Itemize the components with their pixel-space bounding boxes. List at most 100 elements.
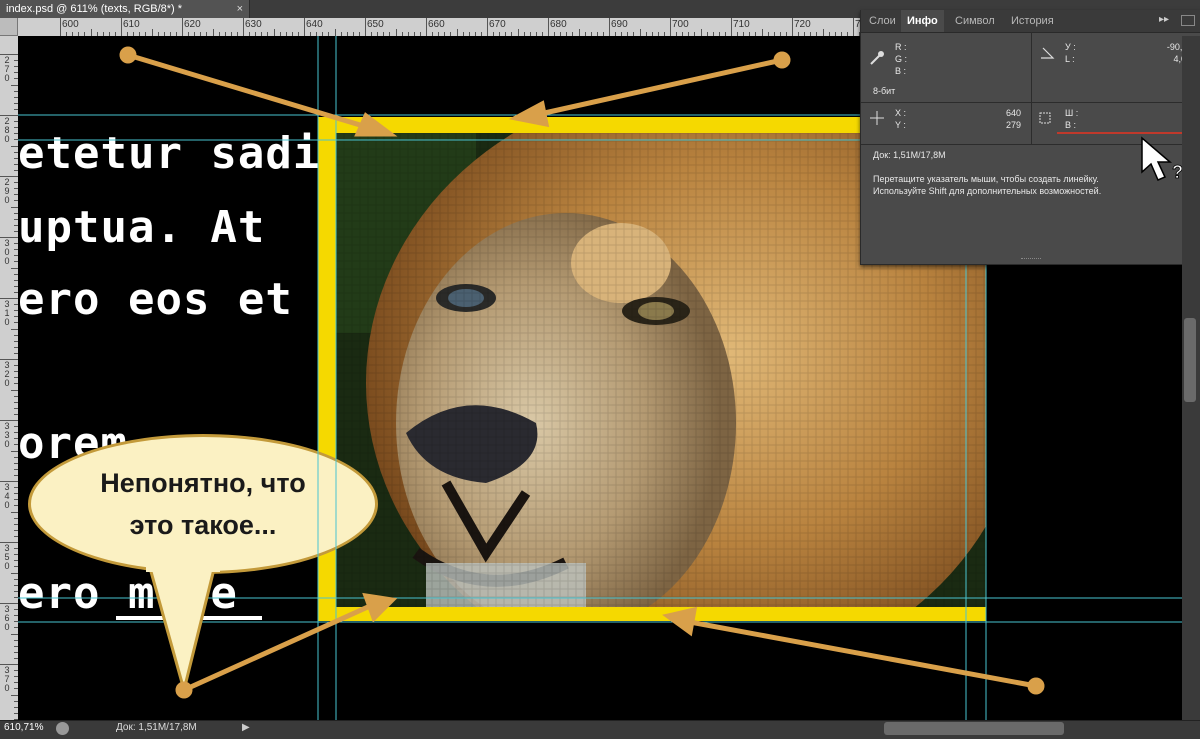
g-label: G :: [895, 54, 908, 64]
ruler-tick: [0, 237, 18, 238]
vertical-ruler[interactable]: 270 280 290 300 310 320 330 340 350 360 370: [0, 36, 19, 720]
collapse-panel-icon[interactable]: ▸▸: [1159, 14, 1169, 25]
ruler-tick: [11, 511, 18, 513]
ruler-tick: [11, 450, 18, 452]
ruler-label: 360: [4, 604, 10, 632]
panel-tab-bar: Слои Инфо Символ История ▸▸: [861, 10, 1200, 33]
ruler-tick: [11, 267, 18, 269]
ruler-tick: [700, 29, 702, 36]
ruler-label: 320: [4, 360, 10, 388]
tab-character[interactable]: Символ: [949, 10, 1001, 32]
ruler-tick: [121, 18, 122, 36]
ruler-tick: [151, 29, 153, 36]
status-menu-arrow-icon[interactable]: ▶: [242, 722, 250, 733]
ruler-tick: [0, 420, 18, 421]
ruler-label: 710: [733, 19, 750, 30]
ruler-tick: [11, 328, 18, 330]
ruler-label: 640: [306, 19, 323, 30]
ruler-label: 690: [611, 19, 628, 30]
length-label: L :: [1065, 54, 1075, 64]
speech-bubble-line: это такое...: [129, 510, 277, 540]
ruler-label: 330: [4, 421, 10, 449]
ruler-tick: [243, 18, 244, 36]
ruler-origin-corner[interactable]: [0, 18, 18, 36]
doc-size-label: Док: 1,51M/17,8M: [873, 150, 946, 160]
ruler-tick: [273, 29, 275, 36]
ruler-label: 680: [550, 19, 567, 30]
eyedropper-icon: [870, 51, 884, 65]
ruler-tick: [0, 664, 18, 665]
ruler-tick: [548, 18, 549, 36]
ruler-label: 720: [794, 19, 811, 30]
ruler-tick: [60, 18, 61, 36]
ruler-label: 630: [245, 19, 262, 30]
status-doc-size: Док: 1,51M/17,8M: [116, 722, 197, 733]
ruler-tick: [670, 18, 671, 36]
ruler-tick: [11, 84, 18, 86]
status-info-icon[interactable]: [56, 722, 69, 735]
panel-resize-grip[interactable]: [1021, 258, 1041, 261]
ruler-tick: [11, 572, 18, 574]
ruler-tick: [0, 176, 18, 177]
ruler-tick: [517, 29, 519, 36]
bit-depth-label: 8-бит: [873, 86, 896, 96]
panel-menu-icon[interactable]: [1181, 15, 1195, 26]
ruler-tick: [609, 18, 610, 36]
ruler-tick: [456, 29, 458, 36]
document-tab[interactable]: index.psd @ 611% (texts, RGB/8*) * ×: [0, 0, 250, 18]
ruler-tick: [365, 18, 366, 36]
ruler-label: 280: [4, 116, 10, 144]
x-label: X :: [895, 108, 907, 118]
ruler-label: 600: [62, 19, 79, 30]
ruler-label: 350: [4, 543, 10, 571]
ruler-tick: [0, 481, 18, 482]
ruler-tick: [639, 29, 641, 36]
ruler-tick: [395, 29, 397, 36]
zoom-level[interactable]: 610,71%: [4, 722, 43, 733]
tab-history[interactable]: История: [1005, 10, 1060, 32]
ruler-tick: [731, 18, 732, 36]
canvas-text-line: uptua. At: [18, 202, 266, 253]
ruler-label: 620: [184, 19, 201, 30]
tab-layers[interactable]: Слои: [863, 10, 902, 32]
ruler-label: 290: [4, 177, 10, 205]
ruler-tick: [822, 29, 824, 36]
canvas-text-line: ero eos et: [18, 274, 293, 325]
vertical-scrollbar-thumb[interactable]: [1184, 318, 1196, 402]
ruler-tick: [0, 298, 18, 299]
canvas-text-line: etetur sadi: [18, 128, 321, 179]
close-tab-icon[interactable]: ×: [237, 0, 243, 18]
hint-text: Перетащите указатель мыши, чтобы создать…: [873, 174, 1099, 184]
x-value: 640: [1005, 108, 1021, 118]
ruler-tick: [334, 29, 336, 36]
canvas-text-line: ero more: [18, 568, 238, 619]
width-label: Ш :: [1065, 108, 1079, 118]
angle-icon: [1041, 47, 1055, 59]
horizontal-scrollbar-thumb[interactable]: [884, 722, 1064, 735]
highlight-underline: [1057, 132, 1191, 134]
ruler-tick: [90, 29, 92, 36]
ruler-tick: [487, 18, 488, 36]
r-label: R :: [895, 42, 907, 52]
ruler-tick: [11, 633, 18, 635]
ruler-tick: [761, 29, 763, 36]
angle-label: У :: [1065, 42, 1076, 52]
ruler-label: 340: [4, 482, 10, 510]
hint-text: Используйте Shift для дополнительных воз…: [873, 186, 1102, 196]
document-tab-title: index.psd @ 611% (texts, RGB/8*) *: [6, 3, 183, 15]
y-label: Y :: [895, 120, 906, 130]
ruler-label: 670: [489, 19, 506, 30]
ruler-tick: [0, 359, 18, 360]
ruler-label: 610: [123, 19, 140, 30]
ruler-tick: [11, 694, 18, 696]
crosshair-icon: [870, 111, 884, 125]
ruler-tick: [304, 18, 305, 36]
speech-bubble-line: Непонятно, что: [100, 468, 306, 498]
tab-info[interactable]: Инфо: [901, 10, 944, 32]
panel-divider: [1031, 32, 1032, 144]
ruler-tick: [853, 18, 854, 36]
ruler-label: 660: [428, 19, 445, 30]
ruler-tick: [0, 115, 18, 116]
ruler-tick: [578, 29, 580, 36]
selection-size-icon: [1039, 112, 1051, 124]
